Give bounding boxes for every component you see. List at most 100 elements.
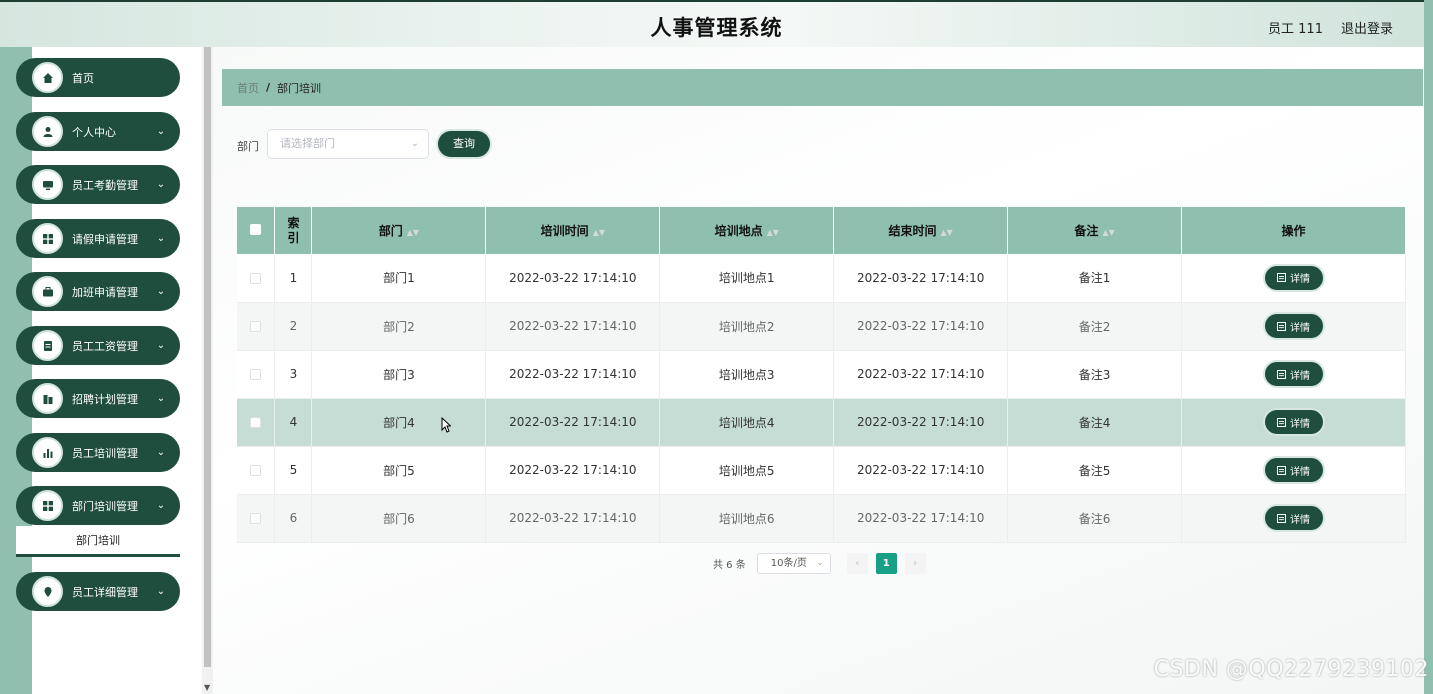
cell-remark: 备注4 — [1007, 398, 1183, 447]
row-checkbox[interactable] — [250, 272, 262, 284]
table-row[interactable]: 1 部门1 2022-03-22 17:14:10 培训地点1 2022-03-22 1… — [237, 254, 1406, 303]
sidebar-item-staff-training[interactable]: 员工培训管理 ⌄ — [16, 433, 180, 472]
sidebar-item-salary[interactable]: 员工工资管理 ⌄ — [16, 326, 180, 365]
cell-action: 详情 — [1181, 446, 1406, 495]
chevron-down-icon: ⌄ — [156, 586, 166, 597]
detail-button[interactable]: 详情 — [1264, 314, 1323, 338]
cell-location: 培训地点2 — [659, 302, 835, 351]
document-icon — [1277, 321, 1287, 331]
sidebar-item-attendance[interactable]: 员工考勤管理 ⌄ — [16, 165, 180, 204]
sort-icon[interactable]: ▲▼ — [941, 228, 953, 237]
next-page-button[interactable]: › — [904, 553, 926, 574]
sort-icon[interactable]: ▲▼ — [1102, 228, 1114, 237]
col-header-remark[interactable]: 备注 ▲▼ — [1007, 207, 1183, 254]
watermark: CSDN @QQ2279239102 — [1153, 657, 1429, 682]
select-all-checkbox[interactable] — [250, 223, 262, 235]
detail-button[interactable]: 详情 — [1264, 458, 1323, 482]
header-user-area: 员工 111 退出登录 — [1268, 18, 1393, 37]
cell-dept: 部门1 — [311, 254, 487, 303]
page-size-select[interactable]: 10条/页 ⌄ — [756, 553, 831, 574]
chevron-down-icon: ⌄ — [156, 233, 166, 244]
cell-action: 详情 — [1181, 494, 1406, 543]
logout-link[interactable]: 退出登录 — [1341, 18, 1393, 37]
sidebar-scrollbar[interactable]: ▼ — [202, 47, 213, 694]
mouse-cursor-icon — [441, 417, 451, 433]
cell-end-time: 2022-03-22 17:14:10 — [833, 398, 1009, 447]
cell-train-time: 2022-03-22 17:14:10 — [485, 302, 661, 351]
table-row[interactable]: 5 部门5 2022-03-22 17:14:10 培训地点5 2022-03-22 1… — [237, 446, 1406, 495]
sidebar: 首页 个人中心 ⌄ 员工考勤管理 ⌄ 请假申请管理 ⌄ 加班申请管理 ⌄ 员工工… — [0, 47, 213, 694]
chevron-down-icon: ⌄ — [156, 286, 166, 297]
cell-action: 详情 — [1181, 302, 1406, 351]
row-checkbox[interactable] — [250, 369, 262, 380]
sort-icon[interactable]: ▲▼ — [407, 228, 419, 237]
table-row[interactable]: 4 部门4 2022-03-22 17:14:10 培训地点4 2022-03-22 1… — [237, 398, 1406, 447]
cell-dept: 部门4 — [311, 398, 487, 447]
sidebar-item-label: 加班申请管理 — [72, 285, 138, 299]
right-edge-bar — [1424, 0, 1433, 694]
breadcrumb-separator: / — [266, 81, 271, 94]
cell-dept: 部门6 — [311, 494, 487, 543]
user-icon — [32, 116, 63, 147]
row-checkbox-cell[interactable] — [237, 398, 276, 447]
select-all-cell[interactable] — [237, 207, 276, 254]
sort-icon[interactable]: ▲▼ — [593, 228, 605, 237]
cell-remark: 备注2 — [1007, 302, 1183, 351]
col-header-train-time[interactable]: 培训时间 ▲▼ — [485, 207, 661, 254]
sidebar-item-personal-center[interactable]: 个人中心 ⌄ — [16, 112, 180, 151]
document-icon — [1277, 513, 1287, 523]
sort-icon[interactable]: ▲▼ — [767, 228, 779, 237]
row-checkbox-cell[interactable] — [237, 494, 276, 543]
row-checkbox[interactable] — [250, 417, 262, 428]
row-checkbox-cell[interactable] — [237, 302, 276, 351]
submenu-item-dept-training[interactable]: 部门培训 — [16, 526, 180, 557]
cell-location: 培训地点6 — [659, 494, 835, 543]
sidebar-item-home[interactable]: 首页 — [16, 58, 180, 97]
bar-chart-icon — [32, 437, 63, 468]
row-checkbox[interactable] — [250, 321, 262, 332]
sidebar-item-staff-detail[interactable]: 员工详细管理 ⌄ — [16, 572, 180, 611]
col-header-end-time[interactable]: 结束时间 ▲▼ — [833, 207, 1009, 254]
row-checkbox-cell[interactable] — [237, 350, 276, 399]
breadcrumb: 首页 / 部门培训 — [222, 69, 1423, 106]
detail-button[interactable]: 详情 — [1264, 410, 1323, 434]
building-icon — [32, 383, 63, 414]
scroll-down-icon[interactable]: ▼ — [204, 683, 210, 692]
table-row[interactable]: 3 部门3 2022-03-22 17:14:10 培训地点3 2022-03-22 1… — [237, 350, 1406, 399]
pagination: 共 6 条 10条/页 ⌄ ‹ 1 › — [713, 553, 934, 574]
sidebar-item-label: 员工培训管理 — [72, 446, 138, 460]
prev-page-button[interactable]: ‹ — [846, 553, 868, 574]
detail-button[interactable]: 详情 — [1264, 362, 1323, 386]
table-row[interactable]: 6 部门6 2022-03-22 17:14:10 培训地点6 2022-03-22 1… — [237, 494, 1406, 543]
row-checkbox-cell[interactable] — [237, 254, 276, 303]
monitor-icon — [32, 169, 63, 200]
cell-end-time: 2022-03-22 17:14:10 — [833, 350, 1009, 399]
cell-remark: 备注1 — [1007, 254, 1183, 303]
breadcrumb-home[interactable]: 首页 — [237, 80, 259, 96]
row-checkbox-cell[interactable] — [237, 446, 276, 495]
col-header-location[interactable]: 培训地点 ▲▼ — [659, 207, 835, 254]
page-number-button[interactable]: 1 — [875, 553, 897, 574]
sidebar-item-recruit[interactable]: 招聘计划管理 ⌄ — [16, 379, 180, 418]
cell-index: 1 — [274, 254, 313, 303]
breadcrumb-current: 部门培训 — [277, 81, 322, 95]
cell-action: 详情 — [1181, 398, 1406, 447]
sidebar-item-dept-training[interactable]: 部门培训管理 ⌄ — [16, 486, 180, 525]
scrollbar-thumb[interactable] — [204, 47, 211, 667]
row-checkbox[interactable] — [250, 465, 262, 476]
cell-location: 培训地点4 — [659, 398, 835, 447]
query-button[interactable]: 查询 — [438, 131, 490, 157]
chevron-down-icon: ⌄ — [156, 126, 166, 137]
row-checkbox[interactable] — [250, 513, 262, 524]
col-header-dept[interactable]: 部门 ▲▼ — [311, 207, 487, 254]
sidebar-item-overtime[interactable]: 加班申请管理 ⌄ — [16, 272, 180, 311]
col-header-index: 索引 — [274, 207, 313, 254]
chevron-down-icon: ⌄ — [410, 138, 419, 149]
detail-button[interactable]: 详情 — [1264, 506, 1323, 530]
document-icon — [1277, 273, 1287, 283]
dept-select[interactable]: 请选择部门 ⌄ — [267, 129, 429, 159]
sidebar-item-leave[interactable]: 请假申请管理 ⌄ — [16, 219, 180, 258]
detail-button[interactable]: 详情 — [1264, 265, 1323, 290]
home-icon — [32, 62, 63, 93]
table-row[interactable]: 2 部门2 2022-03-22 17:14:10 培训地点2 2022-03-22 1… — [237, 302, 1406, 351]
